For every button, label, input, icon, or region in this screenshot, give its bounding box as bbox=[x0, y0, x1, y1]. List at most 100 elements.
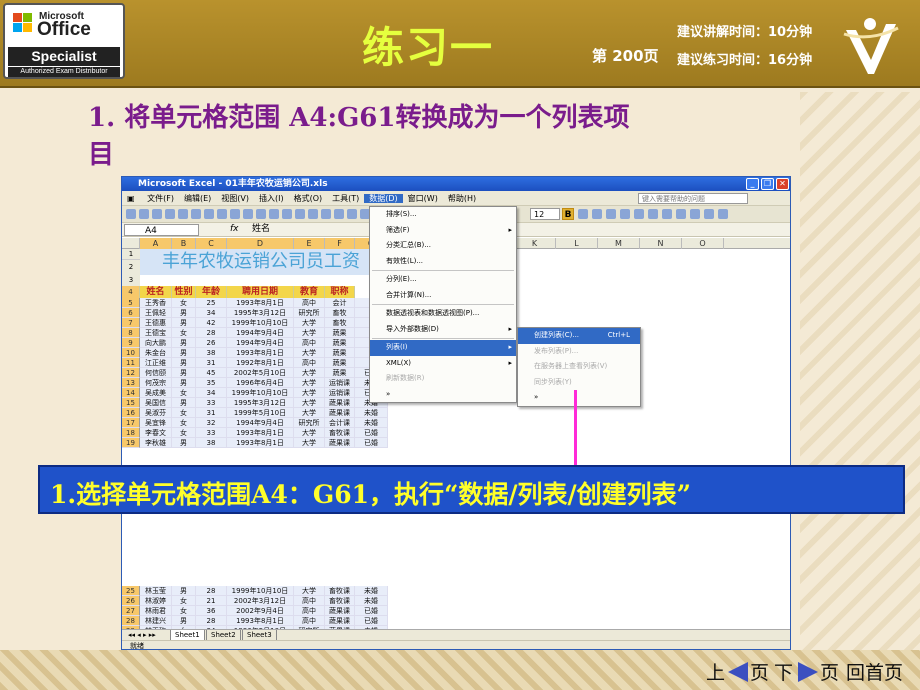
fill-color-icon[interactable] bbox=[704, 209, 714, 219]
table-cell[interactable]: 男 bbox=[172, 308, 196, 318]
table-cell[interactable]: 吴成美 bbox=[140, 388, 172, 398]
table-cell[interactable]: 2002年5月10日 bbox=[227, 368, 294, 378]
autosum-icon[interactable] bbox=[321, 209, 331, 219]
font-color-icon[interactable] bbox=[718, 209, 728, 219]
table-cell[interactable]: 大学 bbox=[294, 348, 325, 358]
table-cell[interactable]: 畜牧 bbox=[325, 308, 355, 318]
table-cell[interactable]: 已婚 bbox=[355, 616, 388, 626]
close-icon[interactable]: ✕ bbox=[776, 178, 789, 190]
list-header-cell[interactable]: 职称 bbox=[325, 286, 355, 298]
data-menu-item[interactable]: 有效性(L)... bbox=[370, 254, 516, 270]
prev-arrow-icon[interactable] bbox=[728, 662, 748, 682]
data-menu-item[interactable]: 分类汇总(B)... bbox=[370, 238, 516, 254]
data-menu-item[interactable]: 筛选(F) ▸ bbox=[370, 223, 516, 239]
table-cell[interactable]: 1999年10月10日 bbox=[227, 388, 294, 398]
list-menu-item[interactable]: 发布列表(P)... bbox=[518, 344, 640, 360]
data-menu-item[interactable]: 分列(E)... bbox=[370, 272, 516, 288]
name-box[interactable]: A4 bbox=[124, 224, 199, 236]
data-menu-item[interactable]: 列表(I) ▸ bbox=[370, 340, 516, 356]
table-cell[interactable]: 1995年3月12日 bbox=[227, 398, 294, 408]
menu-item-8[interactable]: 帮助(H) bbox=[443, 194, 481, 203]
table-cell[interactable]: 男 bbox=[172, 318, 196, 328]
sheet-title-cell[interactable]: 丰年农牧运销公司员工资 bbox=[140, 249, 370, 275]
table-cell[interactable]: 男 bbox=[172, 398, 196, 408]
research-icon[interactable] bbox=[217, 209, 227, 219]
table-cell[interactable]: 1993年8月1日 bbox=[227, 616, 294, 626]
table-cell[interactable]: 男 bbox=[172, 338, 196, 348]
list-header-cell[interactable]: 年龄 bbox=[196, 286, 227, 298]
restore-icon[interactable]: ❐ bbox=[761, 178, 774, 190]
chart-icon[interactable] bbox=[347, 209, 357, 219]
table-cell[interactable]: 畜牧课 bbox=[325, 586, 355, 596]
list-header-cell[interactable]: 姓名 bbox=[140, 286, 172, 298]
table-cell[interactable]: 高中 bbox=[294, 358, 325, 368]
table-cell[interactable]: 向大鹏 bbox=[140, 338, 172, 348]
table-cell[interactable]: 吴宜锋 bbox=[140, 418, 172, 428]
table-cell[interactable]: 未婚 bbox=[355, 596, 388, 606]
table-cell[interactable]: 蔬果课 bbox=[325, 438, 355, 448]
table-cell[interactable]: 蔬果 bbox=[325, 358, 355, 368]
copy-icon[interactable] bbox=[243, 209, 253, 219]
indent-icon[interactable] bbox=[676, 209, 686, 219]
data-menu-item[interactable]: 导入外部数据(D) ▸ bbox=[370, 322, 516, 338]
table-cell[interactable]: 女 bbox=[172, 388, 196, 398]
table-cell[interactable]: 会计 bbox=[325, 298, 355, 308]
column-header-M[interactable]: M bbox=[598, 238, 640, 249]
spell-icon[interactable] bbox=[204, 209, 214, 219]
table-cell[interactable]: 31 bbox=[196, 358, 227, 368]
table-cell[interactable]: 林玉莹 bbox=[140, 586, 172, 596]
list-menu-item[interactable]: 在服务器上查看列表(V) bbox=[518, 359, 640, 375]
table-cell[interactable]: 42 bbox=[196, 318, 227, 328]
table-cell[interactable]: 1993年8月1日 bbox=[227, 348, 294, 358]
font-size-select[interactable]: 12 bbox=[530, 208, 560, 220]
currency-icon[interactable] bbox=[662, 209, 672, 219]
table-cell[interactable]: 王秀香 bbox=[140, 298, 172, 308]
nav-prev-label[interactable]: 上 bbox=[706, 658, 725, 685]
table-cell[interactable]: 21 bbox=[196, 596, 227, 606]
table-cell[interactable]: 畜牧课 bbox=[325, 428, 355, 438]
table-cell[interactable]: 高中 bbox=[294, 616, 325, 626]
formula-value[interactable]: 姓名 bbox=[252, 223, 270, 236]
column-header-N[interactable]: N bbox=[640, 238, 682, 249]
table-cell[interactable]: 女 bbox=[172, 408, 196, 418]
table-cell[interactable]: 33 bbox=[196, 428, 227, 438]
table-cell[interactable]: 大学 bbox=[294, 398, 325, 408]
table-cell[interactable]: 34 bbox=[196, 308, 227, 318]
table-cell[interactable]: 1992年8月1日 bbox=[227, 358, 294, 368]
table-cell[interactable]: 大学 bbox=[294, 328, 325, 338]
table-cell[interactable]: 王德惠 bbox=[140, 318, 172, 328]
table-cell[interactable]: 33 bbox=[196, 398, 227, 408]
table-cell[interactable]: 1995年3月12日 bbox=[227, 308, 294, 318]
table-cell[interactable]: 高中 bbox=[294, 596, 325, 606]
table-cell[interactable]: 28 bbox=[196, 616, 227, 626]
merge-icon[interactable] bbox=[648, 209, 658, 219]
table-cell[interactable]: 林建兴 bbox=[140, 616, 172, 626]
table-cell[interactable]: 大学 bbox=[294, 388, 325, 398]
table-cell[interactable]: 畜牧 bbox=[325, 318, 355, 328]
table-cell[interactable]: 大学 bbox=[294, 586, 325, 596]
table-cell[interactable]: 研究所 bbox=[294, 418, 325, 428]
menu-item-0[interactable]: 文件(F) bbox=[142, 194, 179, 203]
column-header-L[interactable]: L bbox=[556, 238, 598, 249]
underline-icon[interactable] bbox=[592, 209, 602, 219]
table-cell[interactable]: 大学 bbox=[294, 408, 325, 418]
print-icon[interactable] bbox=[178, 209, 188, 219]
table-cell[interactable]: 38 bbox=[196, 348, 227, 358]
table-cell[interactable]: 1993年8月1日 bbox=[227, 298, 294, 308]
nav-next-page-label[interactable]: 页 bbox=[820, 658, 839, 685]
table-cell[interactable]: 林雨君 bbox=[140, 606, 172, 616]
menu-item-2[interactable]: 视图(V) bbox=[216, 194, 254, 203]
preview-icon[interactable] bbox=[191, 209, 201, 219]
table-cell[interactable]: 大学 bbox=[294, 438, 325, 448]
table-cell[interactable]: 1993年8月1日 bbox=[227, 428, 294, 438]
table-cell[interactable]: 女 bbox=[172, 418, 196, 428]
table-cell[interactable]: 王德宝 bbox=[140, 328, 172, 338]
table-cell[interactable]: 女 bbox=[172, 596, 196, 606]
list-menu-item[interactable]: 同步列表(Y) bbox=[518, 375, 640, 391]
column-header-A[interactable]: A bbox=[140, 238, 172, 249]
table-cell[interactable]: 已婚 bbox=[355, 428, 388, 438]
nav-home-label[interactable]: 回首页 bbox=[846, 658, 903, 685]
table-cell[interactable]: 蔬果 bbox=[325, 338, 355, 348]
table-cell[interactable]: 已婚 bbox=[355, 438, 388, 448]
menu-item-5[interactable]: 工具(T) bbox=[327, 194, 364, 203]
